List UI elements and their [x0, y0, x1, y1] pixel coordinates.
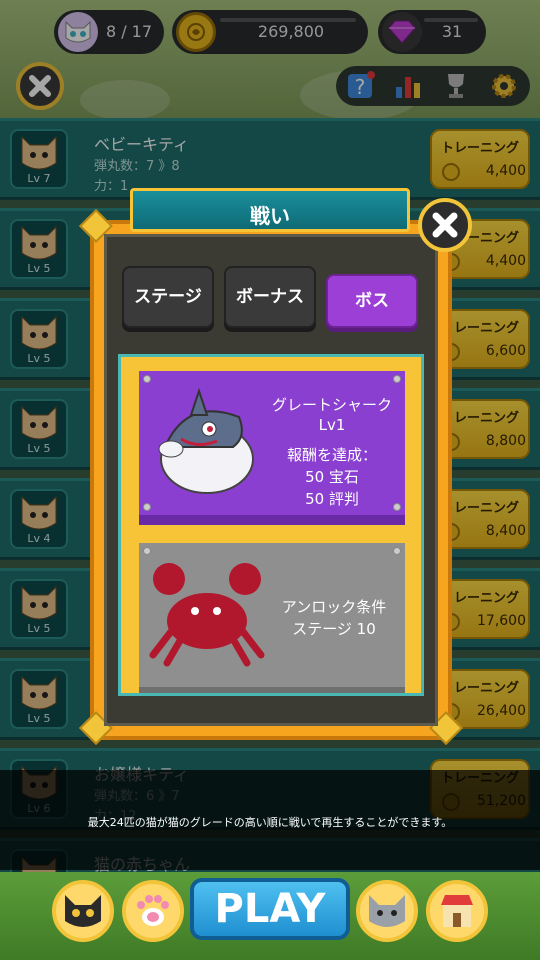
modal-title: 戦い: [250, 204, 290, 228]
black-cat-icon: [65, 895, 101, 927]
boss-reward-label: 報酬を達成：: [286, 446, 377, 464]
boss-card-great-shark[interactable]: グレートシャーク Lv1 報酬を達成： 50 宝石 50 評判: [139, 371, 405, 525]
nav-gray-cat-button[interactable]: [356, 880, 418, 942]
boss-reward-gems: 50 宝石: [305, 468, 359, 486]
nav-paw-button[interactable]: [122, 880, 184, 942]
unlock-condition-value: ステージ 10: [292, 620, 376, 638]
gray-cat-icon: [369, 895, 405, 927]
boss-list[interactable]: グレートシャーク Lv1 報酬を達成： 50 宝石 50 評判 アンロック条件 …: [118, 354, 424, 696]
shark-boss-image: [158, 387, 254, 494]
info-tooltip: 最大24匹の猫が猫のグレードの高い順に戦いで再生することができます。: [0, 770, 540, 870]
nav-shop-button[interactable]: [426, 880, 488, 942]
tab-stage[interactable]: ステージ: [122, 266, 214, 328]
shop-icon: [441, 895, 473, 927]
rivet: [143, 503, 151, 511]
boss-card-locked-crab[interactable]: アンロック条件 ステージ 10: [139, 543, 405, 693]
tooltip-text: 最大24匹の猫が猫のグレードの高い順に戦いで再生することができます。: [87, 816, 453, 829]
tab-boss[interactable]: ボス: [326, 274, 418, 328]
rivet: [143, 547, 151, 555]
modal-close-button[interactable]: [418, 198, 472, 252]
tab-bonus[interactable]: ボーナス: [224, 266, 316, 328]
nav-cats-button[interactable]: [52, 880, 114, 942]
battle-title-banner: 戦い: [130, 188, 410, 232]
boss-level: Lv1: [318, 416, 346, 434]
unlock-condition-label: アンロック条件: [281, 598, 387, 616]
boss-reward-reputation: 50 評判: [305, 490, 359, 508]
close-icon: [432, 212, 458, 238]
play-button[interactable]: PLAY: [190, 878, 350, 940]
crab-boss-silhouette: [149, 563, 265, 667]
paw-icon: [137, 895, 169, 926]
rivet: [393, 547, 401, 555]
boss-name: グレートシャーク: [271, 396, 392, 414]
rivet: [393, 375, 401, 383]
rivet: [143, 375, 151, 383]
